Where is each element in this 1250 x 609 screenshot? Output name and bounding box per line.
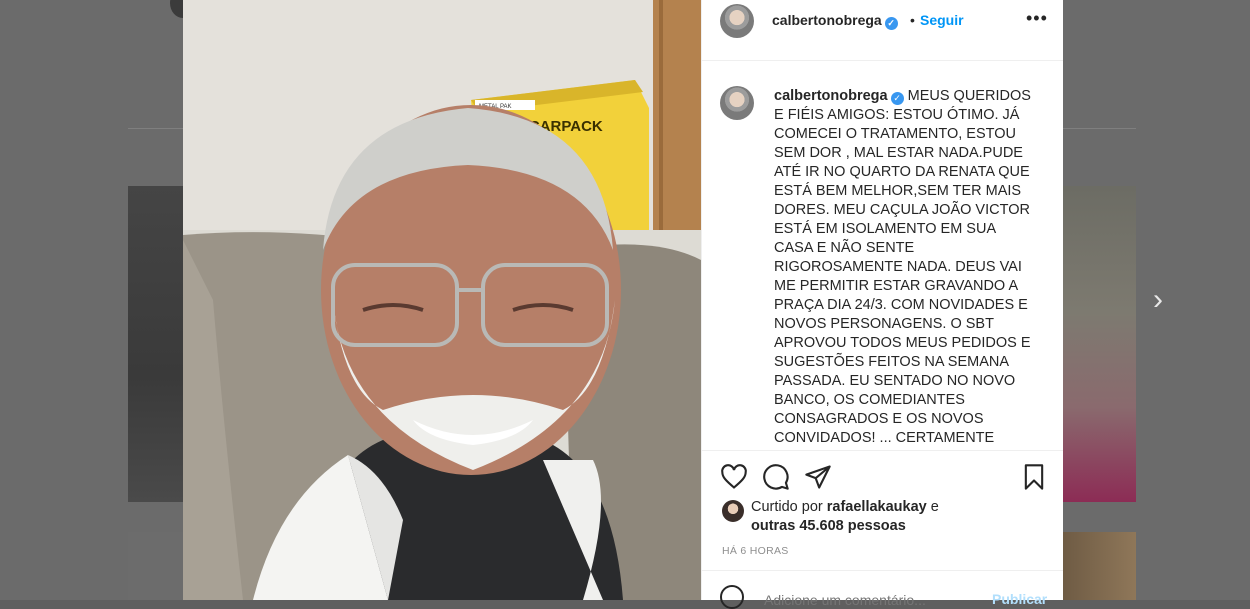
share-send-icon[interactable] bbox=[804, 463, 832, 491]
liker-username[interactable]: rafaellakaukay bbox=[827, 499, 927, 515]
caption-verified-badge-icon: ✓ bbox=[890, 92, 904, 105]
like-heart-icon[interactable] bbox=[720, 463, 748, 491]
emoji-icon[interactable] bbox=[720, 585, 744, 609]
header-separator: • bbox=[910, 12, 915, 28]
likes-middle: e bbox=[930, 499, 939, 515]
post-modal: METAL PAK DESCARPACK calbertonobrega ✓ •… bbox=[183, 0, 1063, 609]
grid-post-thumbnail[interactable] bbox=[1062, 532, 1136, 600]
likes-text: Curtido por rafaellakaukay e outras 45.6… bbox=[751, 498, 1051, 536]
grid-post-thumbnail[interactable] bbox=[128, 532, 184, 600]
caption-text: MEUS QUERIDOS E FIÉIS AMIGOS: ESTOU ÓTIM… bbox=[774, 88, 1031, 450]
comment-bar: Publicar bbox=[702, 570, 1063, 609]
comment-bubble-icon[interactable] bbox=[762, 463, 790, 491]
verified-badge-icon: ✓ bbox=[884, 17, 898, 30]
post-caption: calbertonobrega ✓ MEUS QUERIDOS E FIÉIS A… bbox=[774, 87, 1034, 450]
comment-input[interactable] bbox=[762, 591, 966, 609]
caption-author-avatar[interactable] bbox=[720, 86, 754, 120]
author-username-text[interactable]: calbertonobrega bbox=[772, 12, 882, 28]
post-actions bbox=[702, 450, 1063, 501]
post-side-panel: calbertonobrega ✓ • Seguir ••• calbertono… bbox=[701, 0, 1063, 609]
likes-prefix: Curtido por bbox=[751, 499, 823, 515]
likes-count[interactable]: outras 45.608 pessoas bbox=[751, 518, 906, 534]
save-bookmark-icon[interactable] bbox=[1020, 463, 1048, 491]
author-avatar[interactable] bbox=[720, 4, 754, 38]
post-header: calbertonobrega ✓ • Seguir ••• bbox=[702, 0, 1063, 61]
caption-area[interactable]: calbertonobrega ✓ MEUS QUERIDOS E FIÉIS A… bbox=[702, 61, 1063, 450]
grid-post-thumbnail[interactable] bbox=[1062, 186, 1136, 502]
grid-post-thumbnail[interactable] bbox=[128, 186, 184, 502]
next-post-arrow-icon[interactable]: › bbox=[1143, 283, 1173, 317]
liker-avatar[interactable] bbox=[722, 500, 744, 522]
caption-username[interactable]: calbertonobrega bbox=[774, 88, 888, 104]
post-timestamp[interactable]: HÁ 6 HORAS bbox=[722, 545, 789, 557]
selfie-image: METAL PAK DESCARPACK bbox=[183, 0, 701, 600]
follow-button[interactable]: Seguir bbox=[920, 12, 964, 28]
post-photo: METAL PAK DESCARPACK bbox=[183, 0, 701, 600]
more-options-icon[interactable]: ••• bbox=[1026, 8, 1048, 29]
author-username[interactable]: calbertonobrega ✓ bbox=[772, 12, 898, 30]
publish-button[interactable]: Publicar bbox=[992, 591, 1047, 607]
